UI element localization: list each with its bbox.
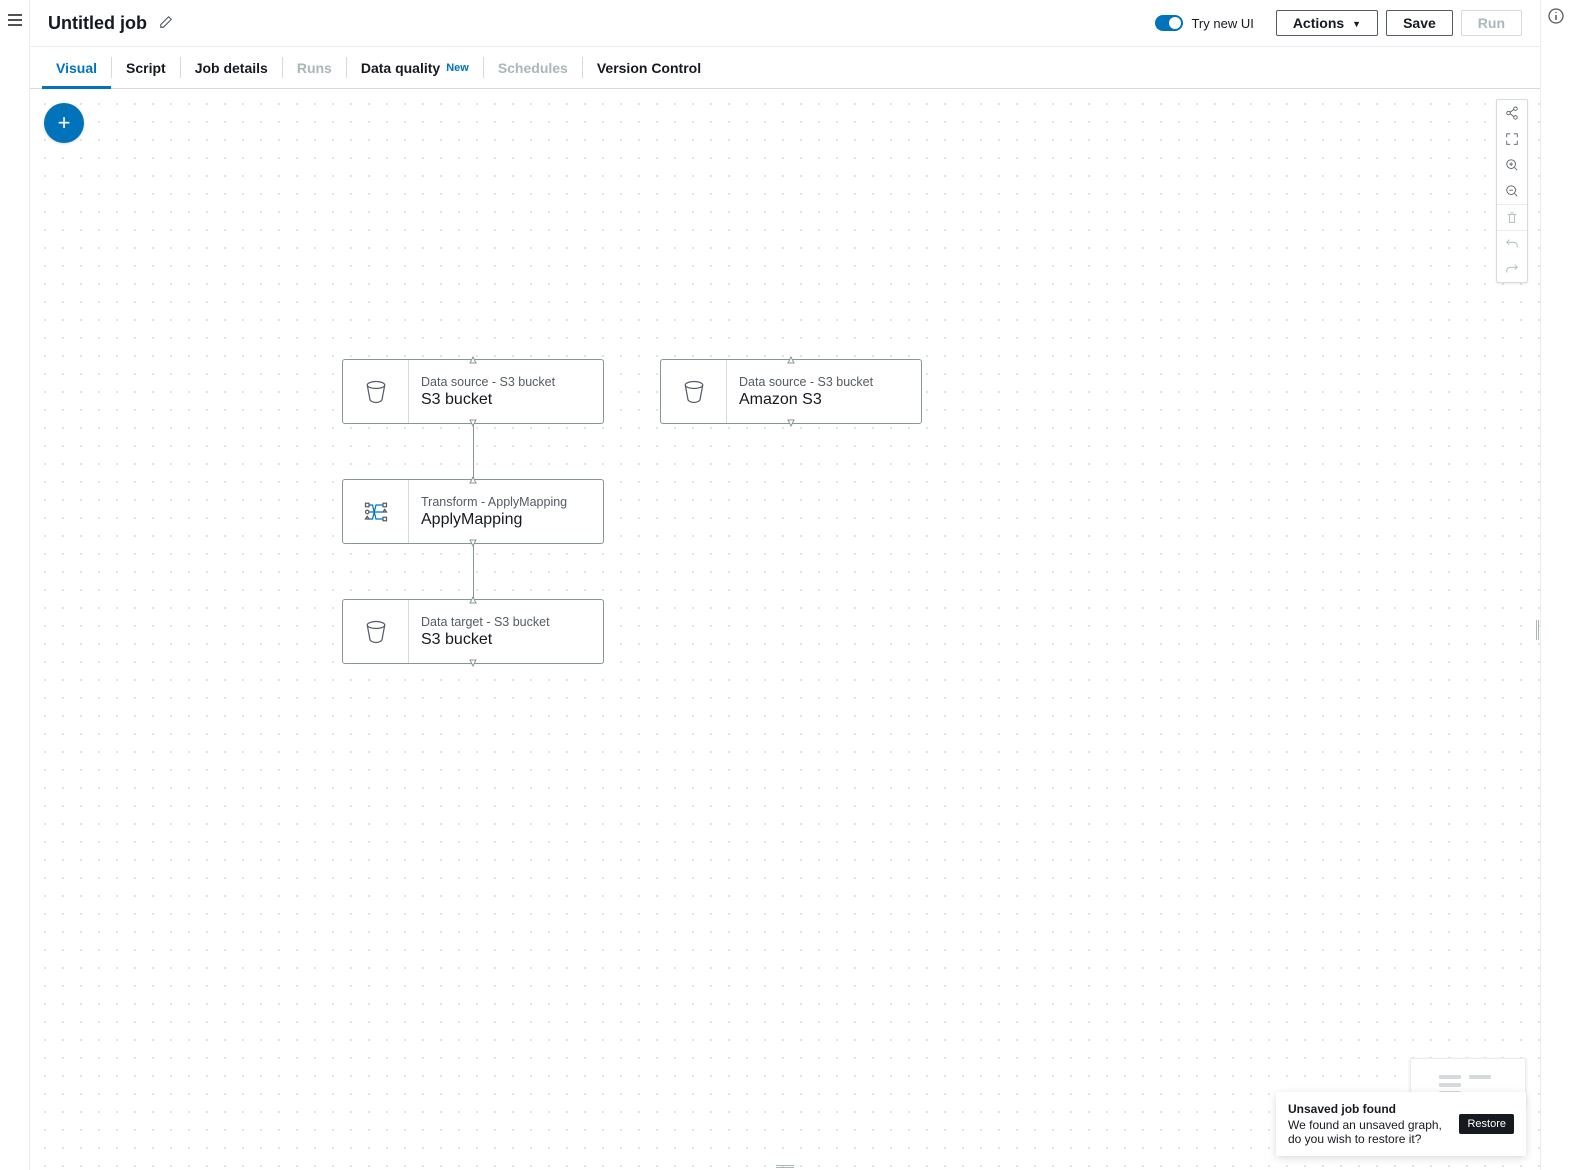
tab-script[interactable]: Script	[112, 47, 180, 88]
header: Untitled job Try new UI Actions Save Run	[30, 0, 1540, 47]
port-out[interactable]	[787, 419, 795, 427]
toast-title: Unsaved job found	[1288, 1102, 1449, 1116]
redo-icon	[1497, 256, 1527, 282]
try-new-ui-label: Try new UI	[1191, 16, 1253, 31]
job-title: Untitled job	[48, 13, 147, 34]
share-icon[interactable]	[1497, 100, 1527, 126]
zoom-in-icon[interactable]	[1497, 152, 1527, 178]
tab-schedules: Schedules	[484, 47, 582, 88]
fit-screen-icon[interactable]	[1497, 126, 1527, 152]
tab-job-details[interactable]: Job details	[181, 47, 282, 88]
unsaved-toast: Unsaved job found We found an unsaved gr…	[1276, 1092, 1526, 1156]
resize-handle-bottom[interactable]	[776, 1165, 794, 1169]
node-title: ApplyMapping	[421, 511, 591, 529]
tab-runs: Runs	[283, 47, 346, 88]
canvas-toolbar	[1496, 99, 1528, 283]
tab-version-control[interactable]: Version Control	[583, 47, 715, 88]
port-in[interactable]	[469, 356, 477, 364]
node-source-amazon-s3[interactable]: Data source - S3 bucket Amazon S3	[660, 359, 922, 424]
undo-icon	[1497, 230, 1527, 256]
edge	[473, 544, 474, 599]
zoom-out-icon[interactable]	[1497, 178, 1527, 204]
port-out[interactable]	[469, 659, 477, 667]
save-button[interactable]: Save	[1386, 10, 1453, 36]
tab-label: Job details	[195, 60, 268, 76]
node-source-s3[interactable]: Data source - S3 bucket S3 bucket	[342, 359, 604, 424]
port-out[interactable]	[469, 539, 477, 547]
nav-menu-icon[interactable]	[3, 8, 27, 1170]
bucket-icon	[362, 618, 390, 646]
port-in[interactable]	[787, 356, 795, 364]
bucket-icon	[680, 378, 708, 406]
new-badge: New	[446, 62, 469, 74]
node-subtype: Data source - S3 bucket	[739, 375, 909, 389]
bucket-icon	[362, 378, 390, 406]
tab-label: Visual	[56, 60, 97, 76]
delete-icon	[1497, 204, 1527, 230]
add-node-button[interactable]: +	[44, 103, 84, 143]
run-button: Run	[1461, 10, 1522, 36]
tab-data-quality[interactable]: Data quality New	[347, 47, 483, 88]
edge	[473, 424, 474, 479]
tabs: Visual Script Job details Runs Data qual…	[30, 47, 1540, 89]
node-subtype: Data target - S3 bucket	[421, 615, 591, 629]
canvas[interactable]: + Data source - S3 bucket S3 bucket	[30, 89, 1540, 1170]
node-title: Amazon S3	[739, 391, 909, 409]
node-title: S3 bucket	[421, 391, 591, 409]
toast-body: We found an unsaved graph, do you wish t…	[1288, 1118, 1449, 1146]
port-in[interactable]	[469, 596, 477, 604]
node-title: S3 bucket	[421, 631, 591, 649]
port-in[interactable]	[469, 476, 477, 484]
try-new-ui-toggle[interactable]	[1155, 15, 1183, 31]
tab-label: Schedules	[498, 60, 568, 76]
edit-title-icon[interactable]	[159, 15, 173, 32]
info-icon[interactable]	[1548, 8, 1564, 1170]
node-transform-applymapping[interactable]: Transform - ApplyMapping ApplyMapping	[342, 479, 604, 544]
node-subtype: Data source - S3 bucket	[421, 375, 591, 389]
canvas-grid	[30, 89, 1540, 1170]
node-target-s3[interactable]: Data target - S3 bucket S3 bucket	[342, 599, 604, 664]
tab-visual[interactable]: Visual	[42, 47, 111, 88]
port-out[interactable]	[469, 419, 477, 427]
resize-handle-right[interactable]	[1536, 620, 1540, 640]
plus-icon: +	[58, 112, 71, 134]
mapping-icon	[362, 498, 390, 526]
tab-label: Data quality	[361, 60, 440, 76]
node-subtype: Transform - ApplyMapping	[421, 495, 591, 509]
tab-label: Version Control	[597, 60, 701, 76]
restore-button[interactable]: Restore	[1459, 1114, 1514, 1134]
tab-label: Script	[126, 60, 166, 76]
actions-button[interactable]: Actions	[1276, 10, 1378, 36]
tab-label: Runs	[297, 60, 332, 76]
